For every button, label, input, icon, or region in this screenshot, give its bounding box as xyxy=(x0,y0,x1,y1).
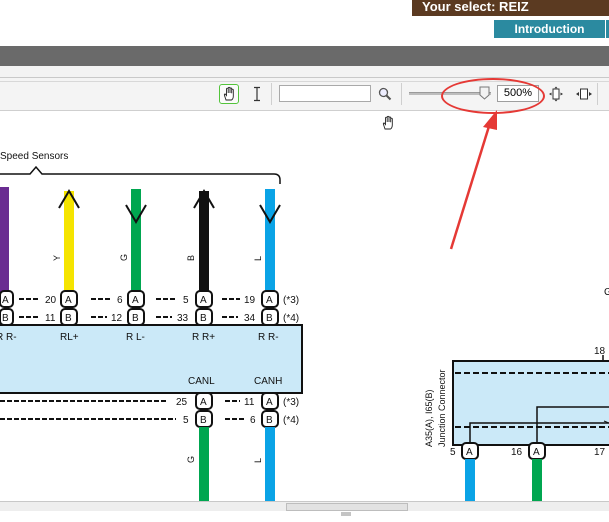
ecu-pin-label: R L- xyxy=(126,332,145,343)
svg-text:A: A xyxy=(200,295,207,306)
wire-purple xyxy=(0,187,9,297)
sensor-group-brace xyxy=(0,165,281,184)
fit-width-button[interactable] xyxy=(574,84,594,104)
hand-tool-button[interactable] xyxy=(219,84,239,104)
wire-can-green xyxy=(199,427,209,501)
search-button[interactable] xyxy=(375,84,395,104)
svg-text:A: A xyxy=(132,295,139,306)
svg-text:A: A xyxy=(200,397,207,408)
wire-code: G xyxy=(186,456,196,463)
junction-name: Junction Connector xyxy=(437,369,447,447)
wire-yellow xyxy=(64,191,74,297)
svg-text:(*3): (*3) xyxy=(283,295,299,306)
magnifier-icon xyxy=(378,87,392,101)
ecu-pin-label: R R+ xyxy=(192,332,215,343)
search-input[interactable] xyxy=(279,85,371,102)
wire-junction-blue xyxy=(465,459,475,501)
ecu-pin-label: RL+ xyxy=(60,332,79,343)
viewer-frame-top xyxy=(0,66,609,78)
ecu-pin-label: CANL xyxy=(188,376,215,387)
wire-black xyxy=(199,191,209,297)
header-band xyxy=(0,46,609,66)
svg-text:(*4): (*4) xyxy=(283,415,299,426)
toolbar-separator xyxy=(597,83,598,105)
svg-text:B: B xyxy=(2,313,9,324)
svg-text:20: 20 xyxy=(45,295,57,306)
highlight-ellipse xyxy=(441,78,545,114)
ecu-pin-label: R R- xyxy=(0,332,17,343)
wire-junction-green xyxy=(532,459,542,501)
wire-blue xyxy=(265,189,275,297)
svg-text:6: 6 xyxy=(250,415,256,426)
wire-code: B xyxy=(186,255,196,261)
wire-code: L xyxy=(253,458,263,463)
svg-text:B: B xyxy=(132,313,139,324)
svg-text:(*3): (*3) xyxy=(283,397,299,408)
wire-can-blue xyxy=(265,427,275,501)
junction-ref: A35(A), I65(B) xyxy=(424,389,434,447)
svg-text:B: B xyxy=(200,313,207,324)
svg-text:A: A xyxy=(466,447,473,458)
hand-cursor-icon xyxy=(382,115,393,130)
connector-row-a: A A A A A 20 6 5 19 (*3) xyxy=(0,290,299,308)
svg-text:6: 6 xyxy=(117,295,123,306)
wire-code: Y xyxy=(52,255,62,261)
text-cursor-icon xyxy=(254,86,260,102)
fit-page-button[interactable] xyxy=(546,84,566,104)
fit-width-icon xyxy=(576,88,592,100)
text-select-button[interactable] xyxy=(247,84,267,104)
hand-icon xyxy=(223,86,234,101)
can-connector-b: 5 6 B B (*4) xyxy=(0,410,299,428)
offscreen-label: G xyxy=(604,287,609,298)
ecu-pin-label: R R- xyxy=(258,332,279,343)
svg-text:12: 12 xyxy=(111,313,123,324)
svg-text:11: 11 xyxy=(45,313,56,324)
svg-text:A: A xyxy=(65,295,72,306)
toolbar-separator xyxy=(271,83,272,105)
svg-text:25: 25 xyxy=(176,397,188,408)
svg-text:B: B xyxy=(200,415,207,426)
wire-code: G xyxy=(119,254,129,261)
junction-pin: 17 xyxy=(594,447,606,458)
svg-text:34: 34 xyxy=(244,313,256,324)
can-connector-a: 25 11 A A (*3) xyxy=(0,392,299,410)
svg-text:A: A xyxy=(266,397,273,408)
ecu-pin-label: CANH xyxy=(254,376,282,387)
svg-text:19: 19 xyxy=(244,295,256,306)
wire-code: L xyxy=(253,256,263,261)
wiring-diagram: Speed Sensors Y G B L A A A A A 20 6 5 1… xyxy=(0,115,609,501)
more-tools-button[interactable] xyxy=(600,84,609,104)
vehicle-select-label: Your select: REIZ xyxy=(412,0,609,16)
svg-text:(*4): (*4) xyxy=(283,313,299,324)
svg-text:5: 5 xyxy=(183,415,189,426)
svg-text:B: B xyxy=(266,415,273,426)
svg-text:B: B xyxy=(266,313,273,324)
svg-text:A: A xyxy=(533,447,540,458)
grip-icon xyxy=(341,512,351,516)
toolbar-separator xyxy=(401,83,402,105)
scrollbar-thumb[interactable] xyxy=(286,503,408,516)
junction-pin: 16 xyxy=(511,447,523,458)
svg-text:B: B xyxy=(65,313,72,324)
fit-page-icon xyxy=(549,86,563,102)
document-view[interactable]: Speed Sensors Y G B L A A A A A 20 6 5 1… xyxy=(0,111,609,501)
wire-green xyxy=(131,189,141,297)
junction-pin: 18 xyxy=(594,346,606,357)
svg-text:5: 5 xyxy=(183,295,189,306)
svg-text:A: A xyxy=(266,295,273,306)
svg-text:33: 33 xyxy=(177,313,189,324)
junction-pin: 5 xyxy=(450,447,456,458)
tab-introduction[interactable]: Introduction xyxy=(494,20,605,38)
svg-text:11: 11 xyxy=(244,397,255,408)
connector-row-b: B B B B B 11 12 33 34 (*4) xyxy=(0,308,299,326)
diagram-title: Speed Sensors xyxy=(0,151,68,162)
svg-text:A: A xyxy=(2,295,9,306)
